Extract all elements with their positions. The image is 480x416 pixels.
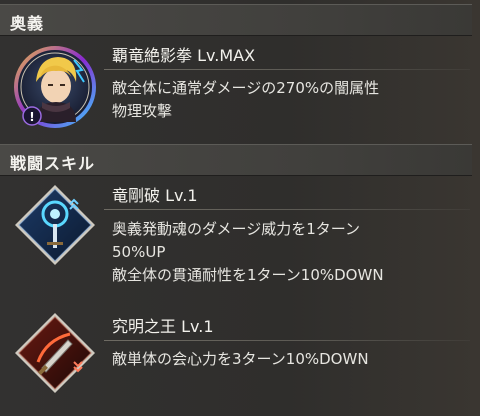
kyumeinoou-divider <box>104 340 470 341</box>
svg-text:!: ! <box>29 110 34 124</box>
ougi-divider <box>104 69 470 70</box>
ryugouha-desc-line-3: 敵全体の貫通耐性を1ターン10%DOWN <box>112 266 384 284</box>
ryugouha-skill-icon[interactable] <box>12 182 98 268</box>
ryugouha-desc-line-2: 50%UP <box>112 243 166 261</box>
skill-panel: 奥義 ! 覇竜絶影拳 Lv.MAX 敵全体に通常ダメージの270%の闇属性 物理… <box>0 0 480 416</box>
kyumeinoou-skill-icon[interactable] <box>12 310 98 396</box>
ryugouha-desc: 奥義発動魂のダメージ威力を1ターン 50%UP 敵全体の貫通耐性を1ターン10%… <box>112 218 384 287</box>
kyumeinoou-desc-line-1: 敵単体の会心力を3ターン10%DOWN <box>112 350 369 368</box>
ryugouha-divider <box>104 209 470 210</box>
ougi-section-header: 奥義 <box>0 4 472 36</box>
ougi-desc: 敵全体に通常ダメージの270%の闇属性 物理攻撃 <box>112 77 379 123</box>
ougi-desc-line-1: 敵全体に通常ダメージの270%の闇属性 <box>112 79 380 97</box>
ougi-desc-line-2: 物理攻撃 <box>112 102 173 120</box>
ryugouha-desc-line-1: 奥義発動魂のダメージ威力を1ターン <box>112 220 361 238</box>
kyumeinoou-skill-name: 究明之王 Lv.1 <box>112 317 214 336</box>
ryugouha-skill-name: 竜剛破 Lv.1 <box>112 186 198 205</box>
ougi-portrait-icon[interactable]: ! <box>12 44 98 130</box>
battle-skills-section-header: 戦闘スキル <box>0 144 472 176</box>
battle-skills-header-label: 戦闘スキル <box>10 154 96 173</box>
ougi-header-label: 奥義 <box>10 14 45 33</box>
kyumeinoou-desc: 敵単体の会心力を3ターン10%DOWN <box>112 348 369 371</box>
ougi-skill-name: 覇竜絶影拳 Lv.MAX <box>112 46 256 65</box>
